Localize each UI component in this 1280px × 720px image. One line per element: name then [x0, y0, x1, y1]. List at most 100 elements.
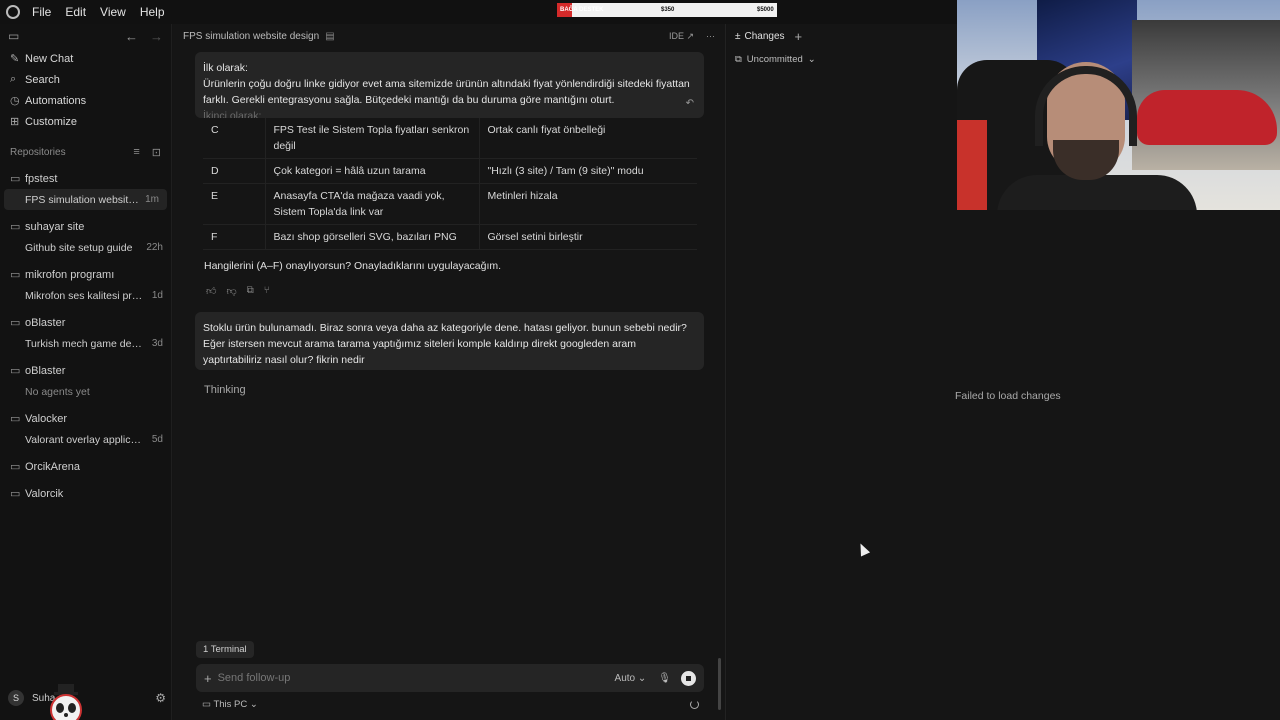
nav-search[interactable]: ⌕ Search: [0, 69, 171, 90]
search-icon: ⌕: [10, 73, 17, 85]
chat-item[interactable]: Valorant overlay application 5d: [0, 429, 171, 450]
nav-automations[interactable]: ◷ Automations: [0, 90, 171, 111]
chat-item[interactable]: Mikrofon ses kalitesi programı 1d: [0, 285, 171, 306]
more-icon[interactable]: ···: [706, 31, 715, 42]
chat-label: Github site setup guide: [25, 241, 133, 254]
row-fix: Metinleri hizala: [479, 183, 697, 225]
row-id: D: [203, 158, 265, 184]
composer: + Auto ⌄ 🎙︎: [196, 664, 704, 692]
toggle-sidebar-icon[interactable]: ▭: [8, 29, 19, 43]
chat-label: FPS simulation website design: [25, 193, 143, 206]
message-line: İkinci olarak:: [203, 110, 262, 118]
assistant-question: Hangilerini (A–F) onaylıyorsun? Onayladı…: [204, 260, 502, 272]
stop-icon: [686, 675, 691, 681]
folder-icon: ▭: [10, 413, 21, 425]
repo-item[interactable]: ▭ Valorcik: [0, 483, 171, 504]
chat-age: 3d: [151, 338, 163, 349]
chat-label: Turkish mech game develop...: [25, 337, 143, 350]
repo-name: fpstest: [25, 172, 58, 185]
sidebar: ▭ ← → ✎ New Chat ⌕ Search ◷ Automations ⊞ Cu…: [0, 24, 172, 720]
donation-label: BAĞA DESTEK: [560, 7, 604, 13]
repo-item[interactable]: ▭ fpstest: [0, 168, 171, 189]
repo-item[interactable]: ▭ mikrofon programı: [0, 264, 171, 285]
edit-icon: ✎: [10, 53, 20, 65]
mode-label: Auto: [614, 672, 636, 684]
branch-icon[interactable]: ⑂: [264, 285, 270, 297]
gaming-chair-accent: [957, 120, 987, 210]
stop-button[interactable]: [681, 670, 696, 686]
donation-current: $350: [661, 7, 675, 13]
menu-view[interactable]: View: [100, 5, 126, 19]
row-id: E: [203, 183, 265, 225]
lock-icon: ▤: [325, 30, 335, 42]
donation-progress-bar: BAĞA DESTEK $350 $5000: [557, 3, 777, 17]
plus-minus-icon: ±: [735, 30, 741, 42]
menu-file[interactable]: File: [32, 5, 51, 19]
add-tab-icon[interactable]: +: [795, 29, 803, 44]
repo-item[interactable]: ▭ oBlaster: [0, 312, 171, 333]
thumbs-down-icon[interactable]: 👎︎: [226, 285, 236, 297]
folder-icon: ▭: [10, 221, 21, 233]
row-issue: Çok kategori = hâlâ uzun tarama: [264, 158, 480, 184]
repo-item[interactable]: ▭ oBlaster: [0, 360, 171, 381]
table-row: D Çok kategori = hâlâ uzun tarama "Hızlı (…: [203, 158, 697, 184]
follow-up-input[interactable]: [217, 672, 615, 684]
avatar[interactable]: S: [8, 690, 24, 706]
nav-label: New Chat: [25, 52, 74, 65]
chat-label: Mikrofon ses kalitesi programı: [25, 289, 143, 302]
chat-item: No agents yet: [0, 381, 171, 402]
chat-panel: FPS simulation website design ▤ IDE ↗ ··…: [173, 24, 726, 720]
row-fix: Ortak canlı fiyat önbelleği: [479, 118, 697, 159]
tab-changes[interactable]: ± Changes: [735, 31, 785, 42]
chat-item[interactable]: Turkish mech game develop... 3d: [0, 333, 171, 354]
chat-age: 22h: [146, 242, 163, 253]
thumbs-up-icon[interactable]: 👍︎: [206, 285, 216, 297]
tab-label: Changes: [744, 30, 785, 42]
folder-icon: ▭: [10, 365, 21, 377]
proposal-table: C FPS Test ile Sistem Topla fiyatları sen…: [203, 118, 697, 250]
terminal-chip[interactable]: 1 Terminal: [196, 641, 254, 658]
ide-button[interactable]: IDE ↗: [669, 31, 694, 42]
repo-name: mikrofon programı: [25, 268, 115, 281]
repo-name: Valorcik: [25, 487, 64, 500]
thinking-indicator: Thinking: [204, 384, 246, 396]
nav-customize[interactable]: ⊞ Customize: [0, 111, 171, 132]
chat-item[interactable]: FPS simulation website design1m: [4, 189, 167, 210]
repo-item[interactable]: ▭ OrcikArena: [0, 456, 171, 477]
mic-icon[interactable]: 🎙︎: [658, 673, 671, 684]
filter-icon[interactable]: ≡: [133, 146, 139, 159]
filter-label: Uncommitted: [746, 53, 803, 65]
repo-item[interactable]: ▭ suhayar site: [0, 216, 171, 237]
scrollbar[interactable]: [718, 658, 721, 710]
user-footer[interactable]: S Suha ⚙: [8, 688, 166, 708]
new-folder-icon[interactable]: ⊡: [152, 146, 161, 159]
error-message: Failed to load changes: [955, 390, 1061, 402]
forward-arrow-icon[interactable]: →: [150, 29, 163, 44]
copy-icon[interactable]: ⧉: [247, 285, 254, 297]
menu-edit[interactable]: Edit: [65, 5, 86, 19]
chevron-down-icon: ⌄: [807, 53, 816, 65]
undo-icon[interactable]: ↶: [686, 96, 694, 112]
table-row: C FPS Test ile Sistem Topla fiyatları sen…: [203, 118, 697, 159]
repo-name: OrcikArena: [25, 460, 81, 473]
user-message: Stoklu ürün bulunamadı. Biraz sonra veya…: [195, 312, 704, 370]
row-issue: Anasayfa CTA'da mağaza vaadi yok, Sistem…: [264, 183, 480, 225]
row-fix: Görsel setini birleştir: [479, 224, 697, 250]
repo-name: Valocker: [25, 412, 67, 425]
puzzle-icon: ⊞: [10, 116, 20, 128]
chat-age: 5d: [151, 434, 163, 445]
plus-icon[interactable]: +: [204, 671, 212, 686]
loading-spinner-icon: [690, 700, 699, 709]
location-selector[interactable]: ▭ This PC ⌄: [202, 699, 258, 710]
back-arrow-icon[interactable]: ←: [125, 29, 138, 44]
gear-icon[interactable]: ⚙: [155, 691, 166, 705]
row-id: F: [203, 224, 265, 250]
chat-label: Valorant overlay application: [25, 433, 143, 446]
folder-icon: ▭: [10, 317, 21, 329]
menu-help[interactable]: Help: [140, 5, 165, 19]
repo-item[interactable]: ▭ Valocker: [0, 408, 171, 429]
chat-item[interactable]: Github site setup guide 22h: [0, 237, 171, 258]
table-row: E Anasayfa CTA'da mağaza vaadi yok, Siste…: [203, 183, 697, 225]
nav-new-chat[interactable]: ✎ New Chat: [0, 48, 171, 69]
mode-dropdown[interactable]: Auto ⌄: [615, 673, 647, 684]
